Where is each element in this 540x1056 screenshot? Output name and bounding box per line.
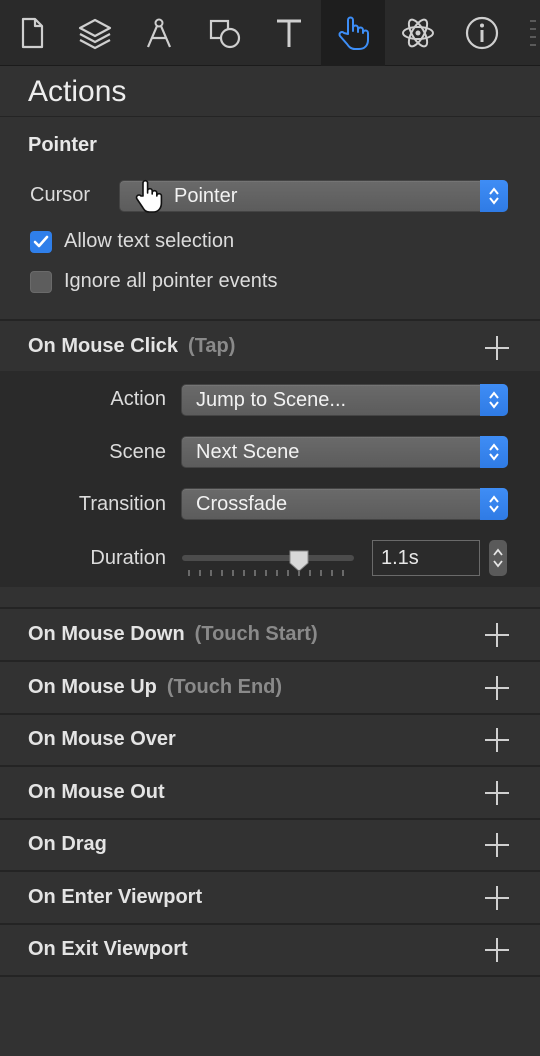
shapes-tab[interactable]: [192, 0, 256, 66]
section-divider: [0, 607, 540, 609]
add-action-plus-icon[interactable]: [485, 623, 509, 647]
info-icon: [465, 16, 499, 50]
ignore-pointer-events-label[interactable]: Ignore all pointer events: [64, 270, 277, 293]
event-label: On Drag: [28, 833, 107, 855]
transition-select-value: Crossfade: [196, 493, 288, 515]
add-action-plus-icon[interactable]: [485, 676, 509, 700]
event-row[interactable]: On Mouse Up (Touch End): [0, 663, 540, 714]
duration-label: Duration: [90, 547, 166, 569]
allow-text-selection-label[interactable]: Allow text selection: [64, 230, 234, 253]
event-row[interactable]: On Mouse Out: [0, 768, 540, 819]
info-tab[interactable]: [450, 0, 514, 66]
section-divider: [0, 870, 540, 872]
event-sublabel: (Tap): [188, 335, 236, 357]
event-label: On Enter Viewport: [28, 886, 203, 908]
hand-pointer-icon: [338, 16, 369, 50]
event-label: On Mouse Down: [28, 623, 185, 645]
add-action-plus-icon[interactable]: [485, 938, 509, 962]
toolbar-grip[interactable]: [530, 20, 536, 46]
section-divider: [0, 660, 540, 662]
event-label: On Mouse Click: [28, 335, 179, 357]
panel-title: Actions: [28, 75, 127, 108]
cursor-label: Cursor: [30, 184, 91, 206]
shapes-icon: [209, 19, 241, 49]
add-action-plus-icon[interactable]: [485, 781, 509, 805]
transition-label: Transition: [78, 493, 166, 515]
event-row[interactable]: On Mouse Down (Touch Start): [0, 610, 540, 661]
event-label: On Exit Viewport: [28, 938, 188, 960]
add-action-plus-icon[interactable]: [485, 728, 509, 752]
event-label: On Mouse Up: [28, 676, 157, 698]
atom-icon: [402, 18, 434, 48]
action-select-value: Jump to Scene...: [196, 389, 347, 411]
document-icon: [21, 17, 44, 49]
event-row[interactable]: On Enter Viewport: [0, 873, 540, 924]
mouse-cursor-icon: [135, 179, 163, 213]
section-divider: [0, 319, 540, 321]
duration-field[interactable]: 1.1s: [372, 540, 480, 576]
scene-select[interactable]: Next Scene: [181, 436, 508, 468]
event-row-mouse-click[interactable]: On Mouse Click (Tap): [0, 322, 540, 373]
layers-icon: [78, 18, 112, 50]
text-icon: [277, 19, 301, 47]
scene-label: Scene: [109, 441, 166, 463]
inspector-toolbar: [0, 0, 540, 66]
allow-text-selection-checkbox[interactable]: [30, 231, 52, 253]
pen-tool-icon: [146, 18, 172, 48]
pointer-heading: Pointer: [28, 134, 97, 156]
select-stepper-icon: [480, 180, 508, 212]
select-stepper-icon: [480, 384, 508, 416]
event-row[interactable]: On Drag: [0, 820, 540, 871]
pen-tool-tab[interactable]: [127, 0, 191, 66]
text-tab[interactable]: [257, 0, 321, 66]
document-tab[interactable]: [0, 0, 64, 66]
scene-select-value: Next Scene: [196, 441, 300, 463]
event-label: On Mouse Out: [28, 781, 165, 803]
section-divider: [0, 975, 540, 977]
checkmark-icon: [33, 235, 49, 248]
action-label: Action: [110, 388, 166, 410]
cursor-select[interactable]: Pointer: [119, 180, 508, 212]
event-row[interactable]: On Exit Viewport: [0, 925, 540, 976]
event-sublabel: (Touch End): [166, 676, 283, 698]
event-label: On Mouse Over: [28, 728, 176, 750]
duration-stepper[interactable]: [489, 540, 507, 576]
ignore-pointer-events-checkbox[interactable]: [30, 271, 52, 293]
event-row[interactable]: On Mouse Over: [0, 715, 540, 766]
event-sublabel: (Touch Start): [194, 623, 318, 645]
panel-header: Actions: [0, 67, 540, 117]
duration-value: 1.1s: [381, 547, 419, 569]
actions-tab[interactable]: [321, 0, 385, 66]
add-action-plus-icon[interactable]: [485, 833, 509, 857]
select-stepper-icon: [480, 436, 508, 468]
layers-tab[interactable]: [63, 0, 127, 66]
action-select[interactable]: Jump to Scene...: [181, 384, 508, 416]
stepper-arrows-icon: [493, 548, 503, 568]
add-action-plus-icon[interactable]: [485, 336, 509, 360]
section-divider: [0, 765, 540, 767]
physics-tab[interactable]: [386, 0, 450, 66]
duration-slider[interactable]: [182, 555, 354, 561]
select-stepper-icon: [480, 488, 508, 520]
slider-ticks: [188, 570, 348, 576]
transition-select[interactable]: Crossfade: [181, 488, 508, 520]
add-action-plus-icon[interactable]: [485, 886, 509, 910]
cursor-select-value: Pointer: [174, 185, 238, 207]
